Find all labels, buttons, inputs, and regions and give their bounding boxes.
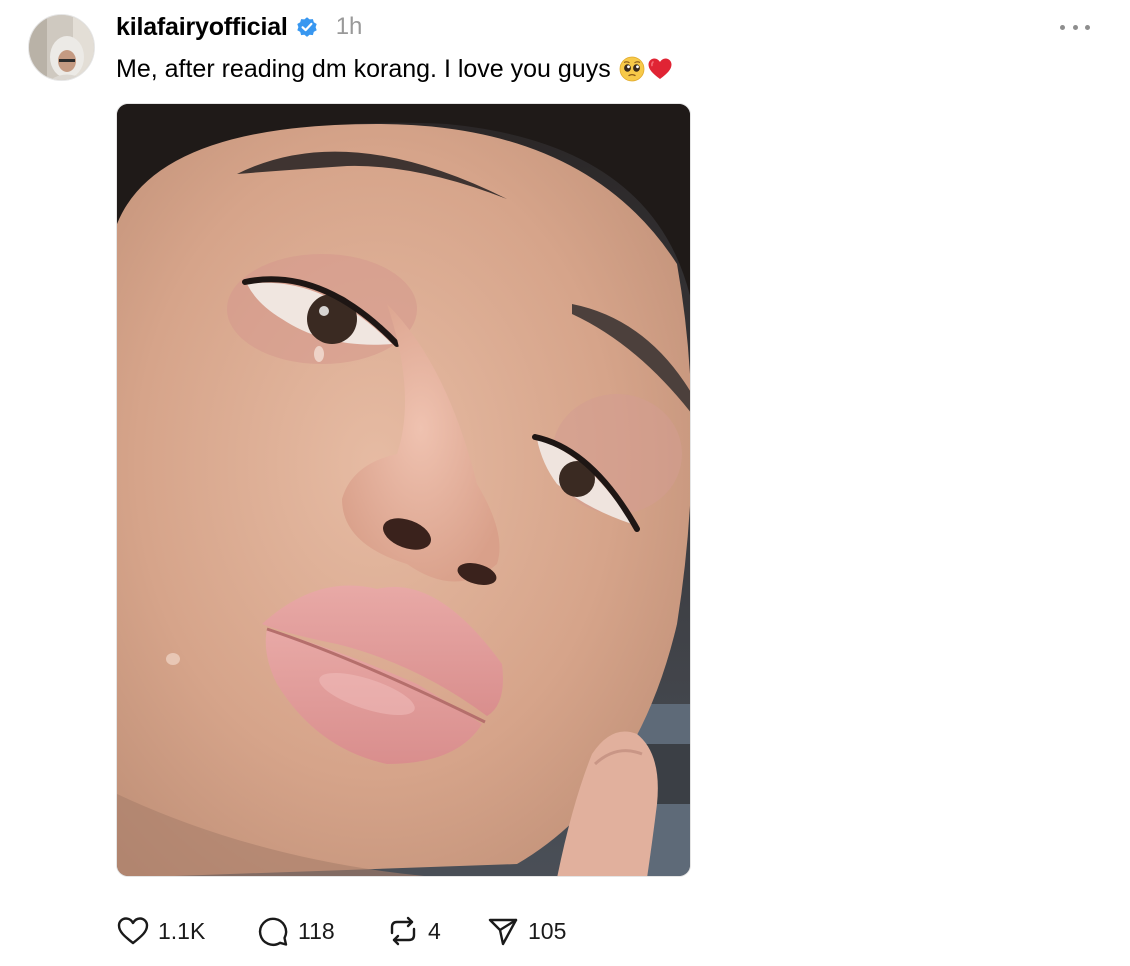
verified-badge-icon [295, 15, 319, 39]
send-icon [486, 914, 520, 948]
more-dot [1072, 24, 1078, 30]
like-count: 1.1K [158, 917, 206, 944]
username[interactable]: kilafairyofficial [116, 13, 288, 42]
more-dot [1060, 24, 1065, 30]
share-count: 105 [528, 917, 567, 944]
heart-icon [116, 915, 150, 947]
avatar[interactable] [28, 14, 95, 81]
post-image[interactable] [116, 103, 691, 877]
share-button[interactable]: 105 [486, 914, 576, 948]
repost-icon [386, 914, 420, 948]
reply-button[interactable]: 118 [256, 914, 386, 948]
reply-count: 118 [298, 917, 335, 944]
post-header: kilafairyofficial 1h [116, 10, 362, 44]
caption-text: Me, after reading dm korang. I love you … [116, 55, 611, 83]
like-button[interactable]: 1.1K [116, 915, 256, 947]
repost-button[interactable]: 4 [386, 914, 486, 948]
pleading-face-emoji-icon [619, 56, 645, 82]
red-heart-emoji-icon [647, 57, 673, 81]
post-timestamp: 1h [335, 13, 363, 40]
comment-icon [256, 914, 290, 948]
thread-post: kilafairyofficial 1h Me, after reading d… [0, 0, 1130, 966]
post-caption: Me, after reading dm korang. I love you … [116, 52, 673, 86]
post-actions: 1.1K 118 4 105 [116, 912, 576, 950]
more-dot [1085, 24, 1090, 30]
repost-count: 4 [428, 917, 441, 944]
more-options-icon[interactable] [1060, 16, 1090, 38]
